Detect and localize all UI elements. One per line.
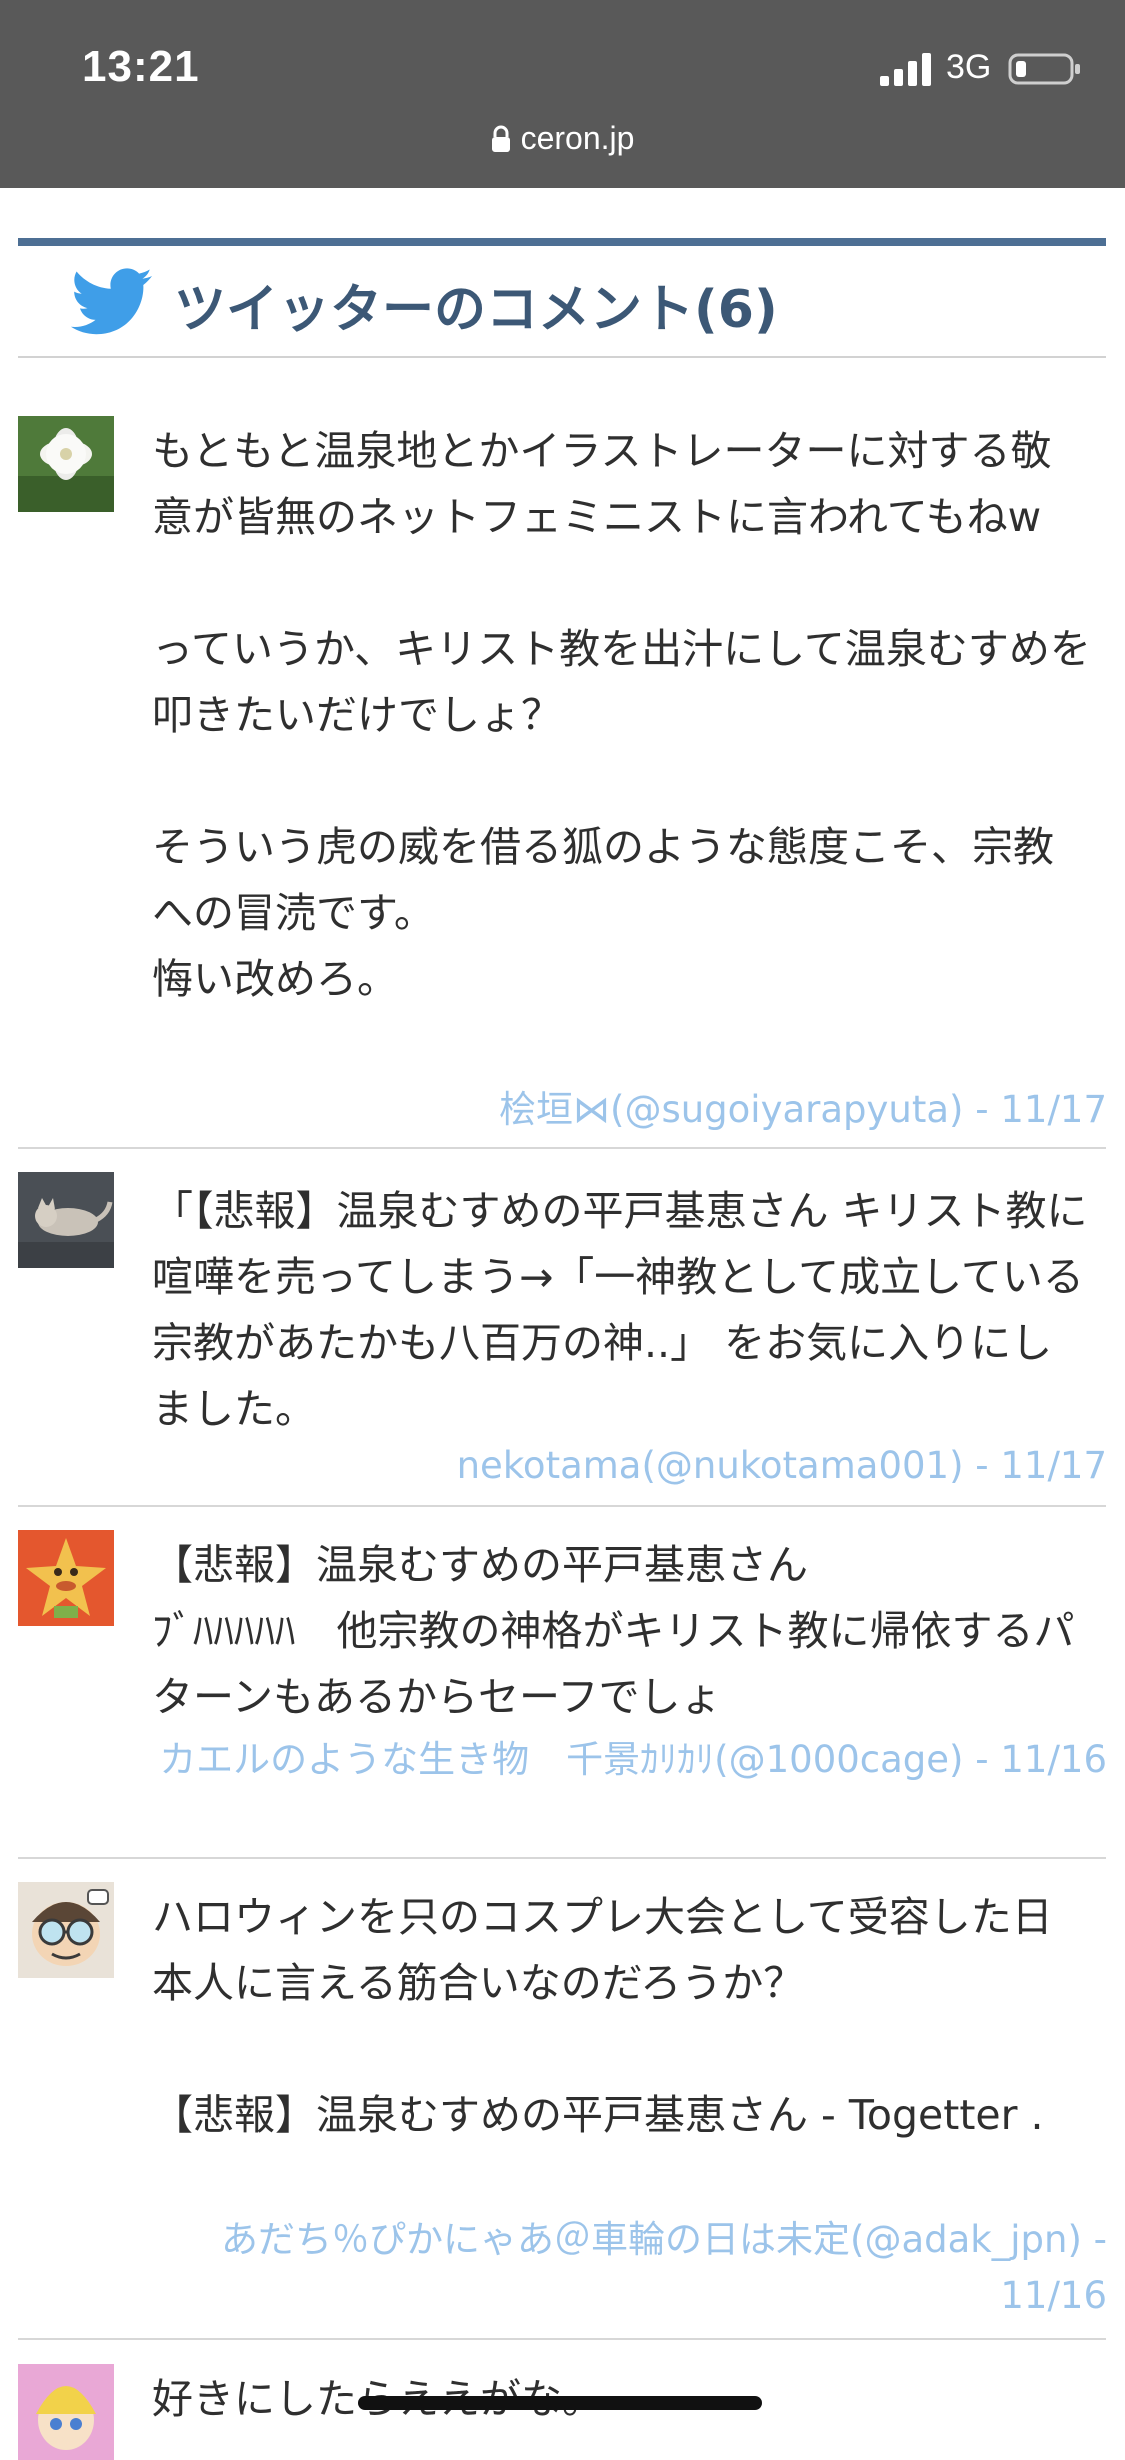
signal-strength-icon (880, 53, 931, 86)
url-text: ceron.jp (520, 120, 635, 157)
divider (18, 2338, 1106, 2340)
battery-icon (1008, 53, 1080, 85)
lock-icon (491, 125, 510, 152)
comment-text: 「【悲報】温泉むすめの平戸基恵さん キリスト教に喧嘩を売ってしまう→「一神教とし… (152, 1187, 1088, 1433)
address-bar[interactable]: ceron.jp (0, 118, 1125, 157)
comment-text: もともと温泉地とかイラストレーターに対する敬意が皆無のネットフェミニストに言われ… (152, 427, 1091, 1003)
section-title: ツイッターのコメント(6) (174, 279, 778, 340)
section-bottom-rule (18, 356, 1106, 358)
anime-girl-avatar-icon (18, 2364, 114, 2460)
divider (18, 1505, 1106, 1507)
section-header: ツイッターのコメント(6) (70, 262, 778, 346)
avatar[interactable] (18, 1530, 114, 1626)
home-indicator[interactable] (358, 2396, 762, 2410)
twitter-bird-icon (70, 268, 152, 335)
network-type: 3G (946, 48, 992, 86)
divider (18, 1857, 1106, 1859)
comment-author-link[interactable]: nekotama(@nukotama001) - 11/17 (107, 1438, 1107, 1494)
avatar[interactable] (18, 416, 114, 512)
status-time: 13:21 (82, 42, 200, 91)
comment-author-link[interactable]: あだち％ぴかにゃあ＠車輪の日は未定(@adak_jpn) - 11/16 (107, 2212, 1107, 2324)
cat-avatar-icon (18, 1172, 114, 1268)
comment-text: 【悲報】温泉むすめの平戸基恵さん ﾌﾞﾊﾊﾊﾊﾊ 他宗教の神格がキリスト教に帰依… (152, 1541, 1075, 1721)
browser-top-bar: 13:21 3G ceron.jp (0, 0, 1125, 188)
avatar[interactable] (18, 2364, 114, 2460)
comment-text: ハロウィンを只のコスプレ大会として受容した日本人に言える筋合いなのだろうか？ 【… (152, 1893, 1053, 2139)
section-top-rule (18, 238, 1106, 246)
flower-avatar-icon (18, 416, 114, 512)
cartoon-face-avatar-icon (18, 1882, 114, 1978)
divider (18, 1147, 1106, 1149)
avatar[interactable] (18, 1882, 114, 1978)
comment-author-link[interactable]: カエルのような生き物 千景ｶﾘｶﾘ(@1000cage) - 11/16 (107, 1732, 1107, 1788)
star-character-avatar-icon (18, 1530, 114, 1626)
avatar[interactable] (18, 1172, 114, 1268)
comment-author-link[interactable]: 桧垣⋈(@sugoiyarapyuta) - 11/17 (107, 1082, 1107, 1138)
